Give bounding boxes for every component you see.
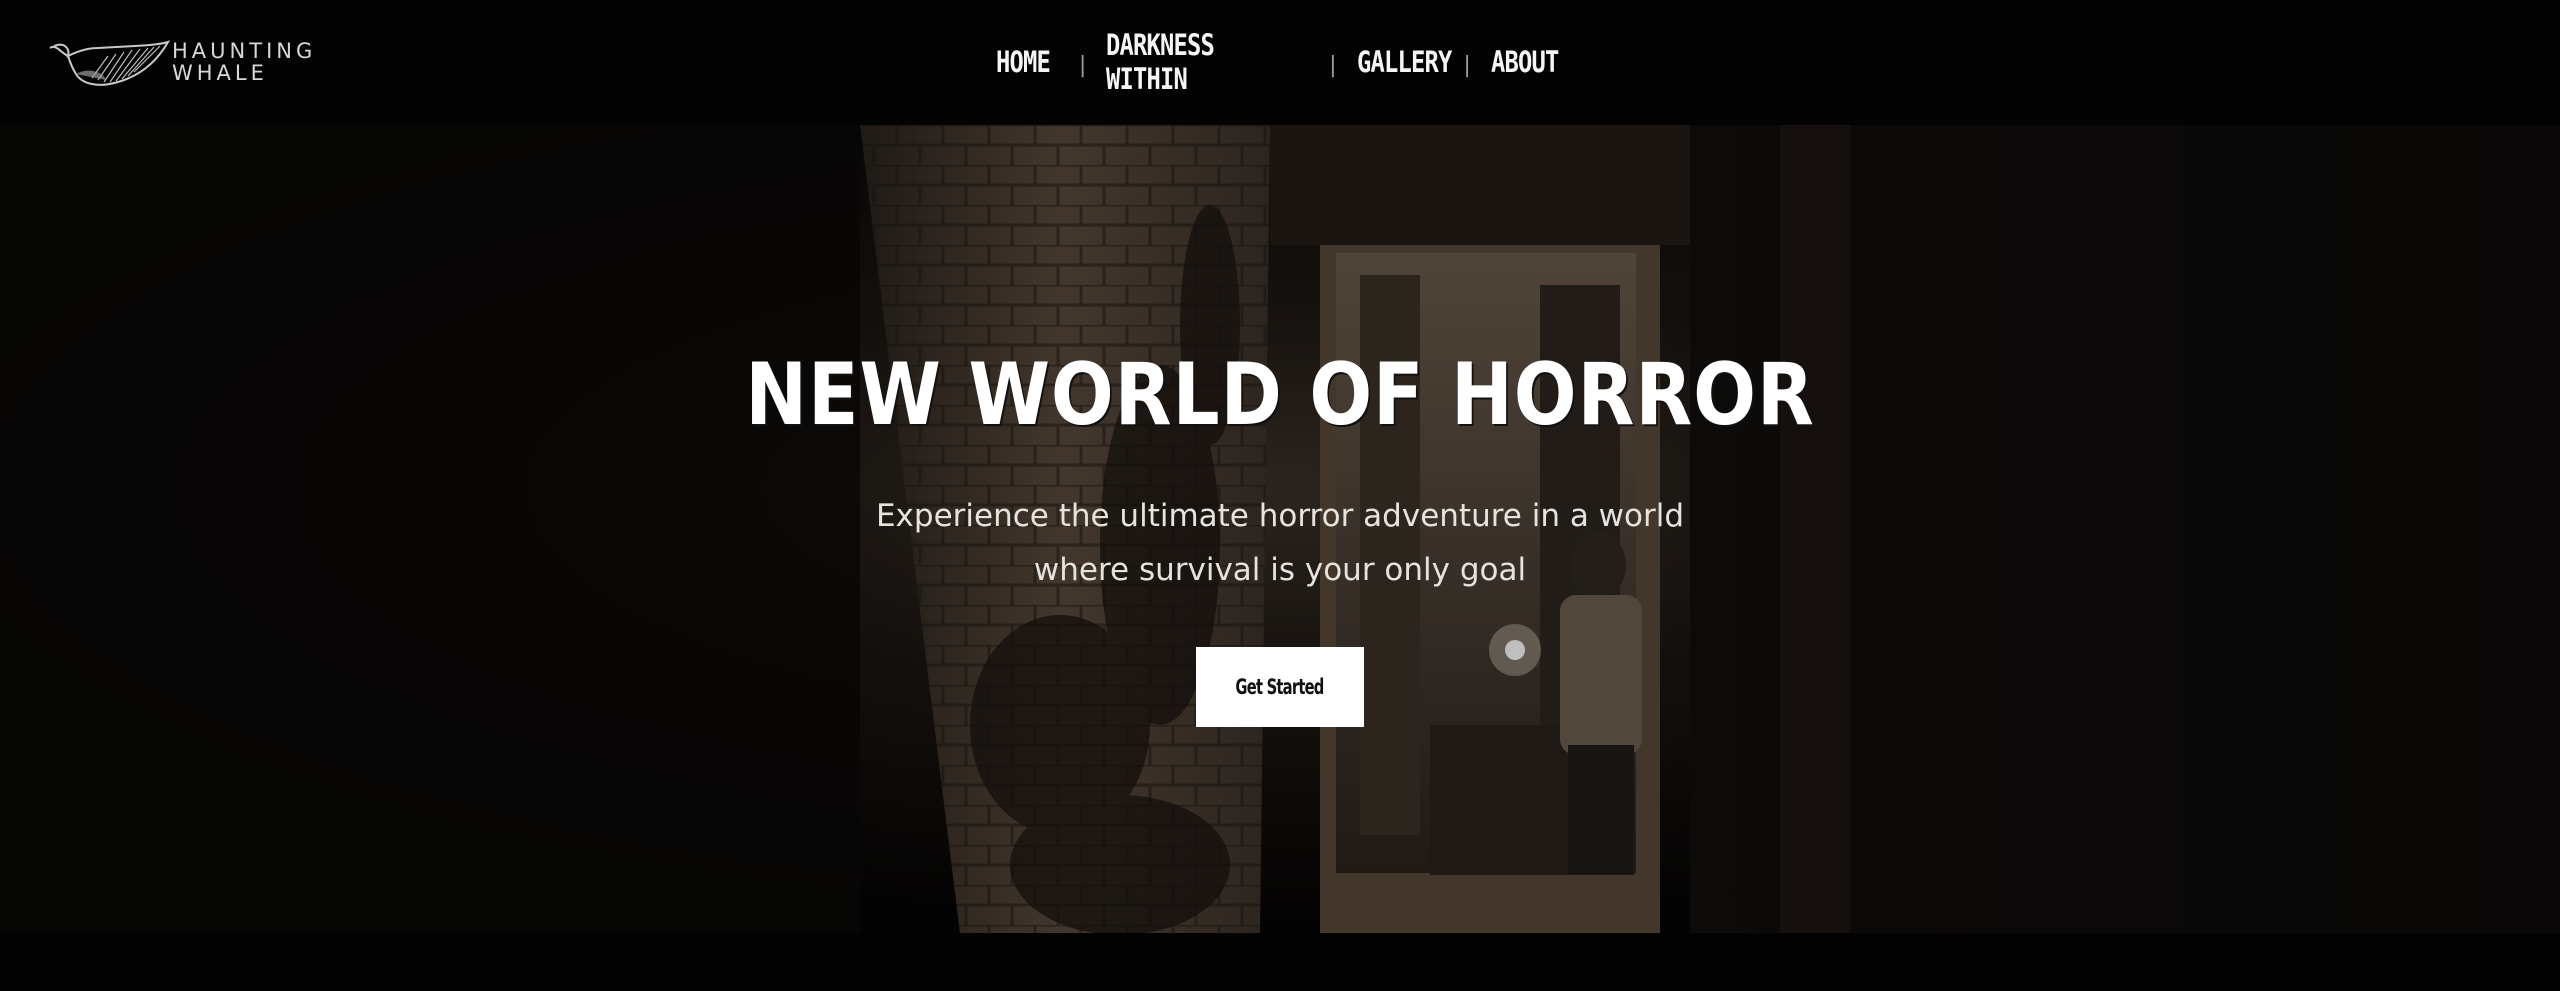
nav-link-gallery[interactable]: GALLERY [1357,45,1452,79]
nav-link-darkness-within[interactable]: DARKNESS WITHIN [1106,28,1283,96]
whale-icon [46,34,170,90]
nav-separator: | [1326,52,1339,78]
brand-logo[interactable]: HAUNTING WHALE [46,34,316,90]
page-bottom-strip [0,933,2560,991]
main-nav: HOME | DARKNESS WITHIN | GALLERY | ABOUT [996,28,1571,96]
nav-separator: | [1460,52,1474,78]
get-started-button[interactable]: Get Started [1196,647,1364,727]
brand-name-line2: WHALE [172,61,268,85]
site-header: HAUNTING WHALE HOME | DARKNESS WITHIN | … [0,0,2560,125]
hero-subtitle: Experience the ultimate horror adventure… [875,498,1685,588]
hero-title: NEW WORLD OF HORROR [745,345,1815,445]
get-started-label: Get Started [1235,675,1325,699]
nav-separator: | [1076,52,1089,78]
nav-link-home[interactable]: HOME [996,45,1058,79]
brand-name: HAUNTING WHALE [172,40,316,84]
hero-section: NEW WORLD OF HORROR Experience the ultim… [0,125,2560,933]
nav-link-about[interactable]: ABOUT [1491,45,1559,79]
page: HAUNTING WHALE HOME | DARKNESS WITHIN | … [0,0,2560,991]
brand-name-line1: HAUNTING [172,39,317,63]
